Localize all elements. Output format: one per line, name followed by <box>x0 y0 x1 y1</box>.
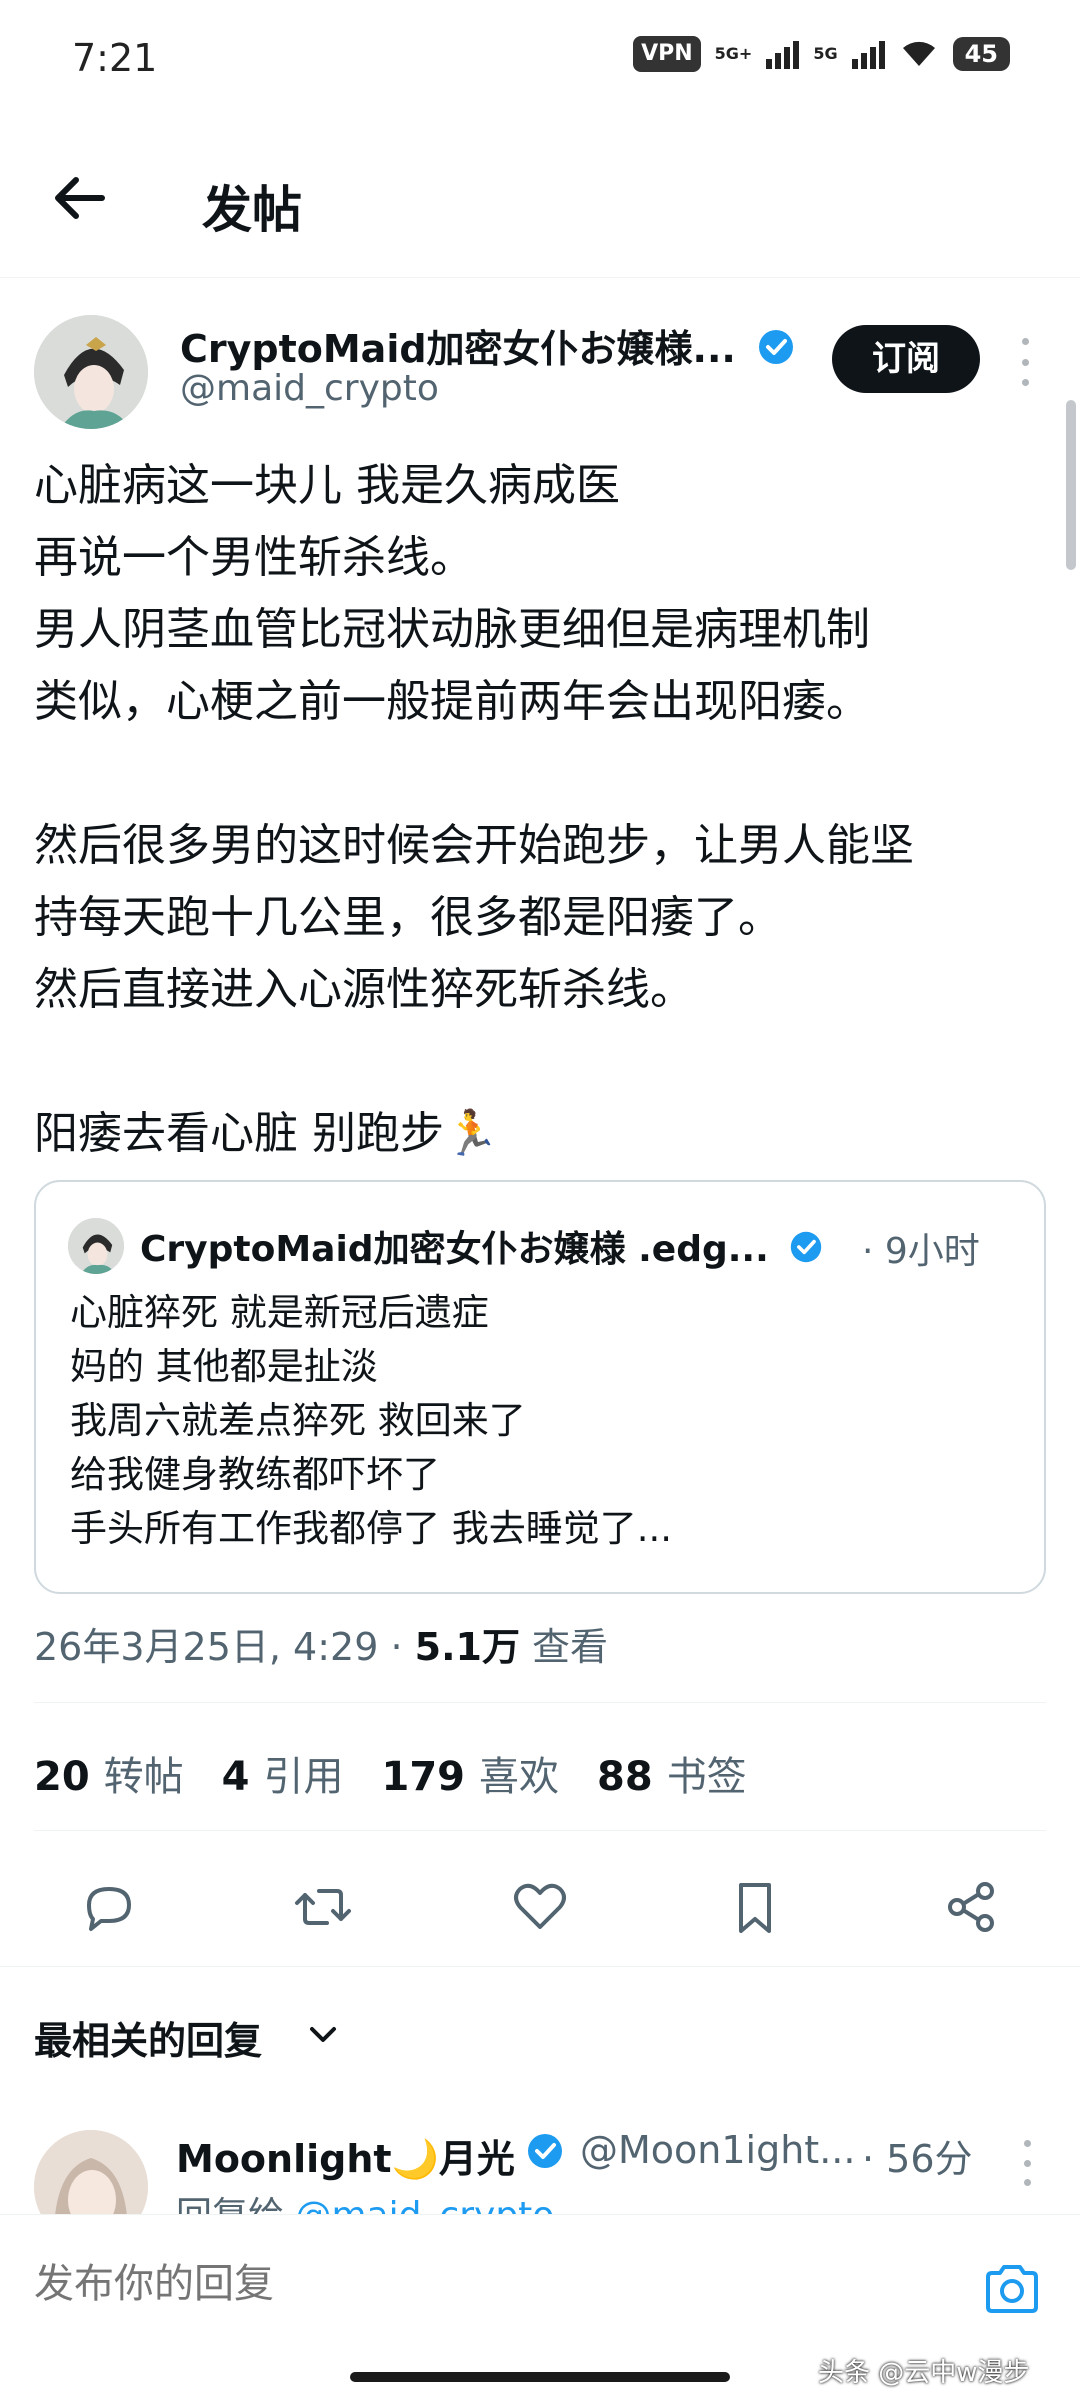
status-time: 7:21 <box>72 36 158 80</box>
likes-stat[interactable]: 179 喜欢 <box>382 1744 560 1802</box>
author-handle[interactable]: @maid_crypto <box>180 368 439 409</box>
retweets-stat[interactable]: 20 转帖 <box>34 1744 184 1802</box>
retweet-button[interactable] <box>288 1872 358 1942</box>
tweet-meta: 26年3月25日, 4:29 · 5.1万 查看 <box>34 1616 608 1671</box>
reply-to-mention[interactable]: @maid_crypto <box>295 2195 554 2216</box>
views-count: 5.1万 <box>414 1625 520 1669</box>
share-button[interactable] <box>936 1872 1006 1942</box>
wifi-icon <box>899 36 939 72</box>
quoted-time: · 9小时 <box>862 1231 980 1272</box>
status-icons: VPN 5G+ 5G 45 <box>633 36 1010 72</box>
top-header: 发帖 <box>0 118 1080 278</box>
quoted-text: 心脏猝死 就是新冠后遗症 妈的 其他都是扯淡 我周六就差点猝死 救回来了 给我健… <box>70 1286 1010 1556</box>
tweet-line: 男人阴茎血管比冠状动脉更细但是病理机制 <box>34 604 870 655</box>
reply-button[interactable] <box>74 1872 144 1942</box>
divider <box>0 1966 1080 1967</box>
replies-sort-title[interactable]: 最相关的回复 <box>34 2010 262 2065</box>
reply-to-prefix: 回复给 <box>176 2195 296 2216</box>
tweet-line: 然后很多男的这时候会开始跑步，让男人能坚 <box>34 820 914 871</box>
retweet-icon <box>295 1889 351 1925</box>
tweet-line: 然后直接进入心源性猝死斩杀线。 <box>34 964 694 1015</box>
camera-icon <box>986 2265 1038 2313</box>
likes-count: 179 <box>381 1754 466 1800</box>
tweet-line: 类似，心梗之前一般提前两年会出现阳痿。 <box>34 676 870 727</box>
page-title: 发帖 <box>202 181 302 239</box>
quoted-author-row: CryptoMaid加密女仆お嬢様 .edg... <box>140 1220 823 1273</box>
quotes-count: 4 <box>221 1754 250 1800</box>
subscribe-button[interactable]: 订阅 <box>832 325 980 393</box>
quoted-line: 妈的 其他都是扯淡 <box>70 1345 378 1388</box>
more-options-icon[interactable] <box>1012 2136 1042 2190</box>
bookmarks-count: 88 <box>597 1754 653 1800</box>
bookmark-icon <box>739 1883 771 1933</box>
back-arrow-icon <box>55 177 105 219</box>
watermark: 头条 @云中w漫步 <box>818 2358 1030 2388</box>
quoted-line: 我周六就差点猝死 救回来了 <box>70 1399 526 1442</box>
reply-time: · 56分 <box>862 2137 973 2181</box>
bookmarks-stat[interactable]: 88 书签 <box>597 1744 747 1802</box>
tweet-line <box>34 738 1044 810</box>
verified-badge-icon <box>526 2132 564 2174</box>
retweets-count: 20 <box>34 1754 90 1800</box>
author-name[interactable]: CryptoMaid加密女仆お嬢様... <box>180 327 736 371</box>
avatar-illustration <box>34 315 148 429</box>
verified-badge-icon <box>789 1230 823 1273</box>
camera-button[interactable] <box>980 2257 1044 2321</box>
reply-author-handle[interactable]: @Moon1ight... <box>580 2128 855 2172</box>
more-options-icon[interactable] <box>1010 332 1040 392</box>
divider <box>34 1830 1046 1831</box>
quotes-label: 引用 <box>263 1754 344 1800</box>
like-icon <box>514 1883 566 1929</box>
author-avatar[interactable] <box>34 315 148 429</box>
quoted-line: 给我健身教练都吓坏了 <box>70 1453 440 1496</box>
status-bar: 7:21 VPN 5G+ 5G 45 <box>0 0 1080 118</box>
network-type-1: 5G+ <box>714 44 753 63</box>
battery-indicator: 45 <box>952 37 1010 71</box>
tweet-date: 26年3月25日, 4:29 · <box>34 1625 415 1669</box>
quoted-author-name: CryptoMaid加密女仆お嬢様 .edg... <box>140 1229 769 1270</box>
tweet-text: 心脏病这一块儿 我是久病成医 再说一个男性斩杀线。 男人阴茎血管比冠状动脉更细但… <box>34 450 1044 1170</box>
likes-label: 喜欢 <box>479 1754 560 1800</box>
tweet-line <box>34 1026 1044 1098</box>
share-icon <box>948 1882 994 1932</box>
tweet-stats: 20 转帖 4 引用 179 喜欢 88 书签 <box>34 1744 747 1802</box>
divider <box>34 1702 1046 1703</box>
verified-badge-icon <box>757 328 795 375</box>
signal-icon <box>766 39 800 69</box>
reply-composer <box>0 2214 1080 2364</box>
action-bar <box>0 1852 1080 1962</box>
tweet-line: 持每天跑十几公里，很多都是阳痿了。 <box>34 892 782 943</box>
reply-icon <box>87 1887 131 1931</box>
like-button[interactable] <box>505 1872 575 1942</box>
home-indicator[interactable] <box>350 2372 730 2382</box>
quoted-author-avatar <box>68 1218 124 1274</box>
vpn-badge: VPN <box>633 36 701 72</box>
tweet-line: 阳痿去看心脏 别跑步🏃 <box>34 1108 499 1159</box>
quoted-line: 心脏猝死 就是新冠后遗症 <box>70 1291 489 1334</box>
quoted-line: 手头所有工作我都停了 我去睡觉了... <box>70 1507 673 1550</box>
bookmarks-label: 书签 <box>666 1754 747 1800</box>
signal-icon-2 <box>851 39 885 69</box>
tweet-line: 再说一个男性斩杀线。 <box>34 532 474 583</box>
tweet-line: 心脏病这一块儿 我是久病成医 <box>34 460 620 511</box>
avatar-illustration <box>68 1218 124 1274</box>
reply-author-name[interactable]: Moonlight🌙月光 <box>176 2128 515 2183</box>
network-type-2: 5G <box>813 44 838 63</box>
back-button[interactable] <box>40 158 120 238</box>
quotes-stat[interactable]: 4 引用 <box>222 1744 344 1802</box>
bookmark-button[interactable] <box>720 1872 790 1942</box>
chevron-down-icon[interactable] <box>306 2018 340 2056</box>
retweets-label: 转帖 <box>103 1754 184 1800</box>
views-label: 查看 <box>519 1625 609 1669</box>
reply-input[interactable] <box>34 2261 934 2307</box>
author-name-row[interactable]: CryptoMaid加密女仆お嬢様... <box>180 318 795 375</box>
scrollbar[interactable] <box>1066 400 1076 570</box>
quoted-tweet-card[interactable]: CryptoMaid加密女仆お嬢様 .edg... · 9小时 心脏猝死 就是新… <box>34 1180 1046 1594</box>
reply-to-line: 回复给 @maid_crypto <box>176 2186 554 2216</box>
